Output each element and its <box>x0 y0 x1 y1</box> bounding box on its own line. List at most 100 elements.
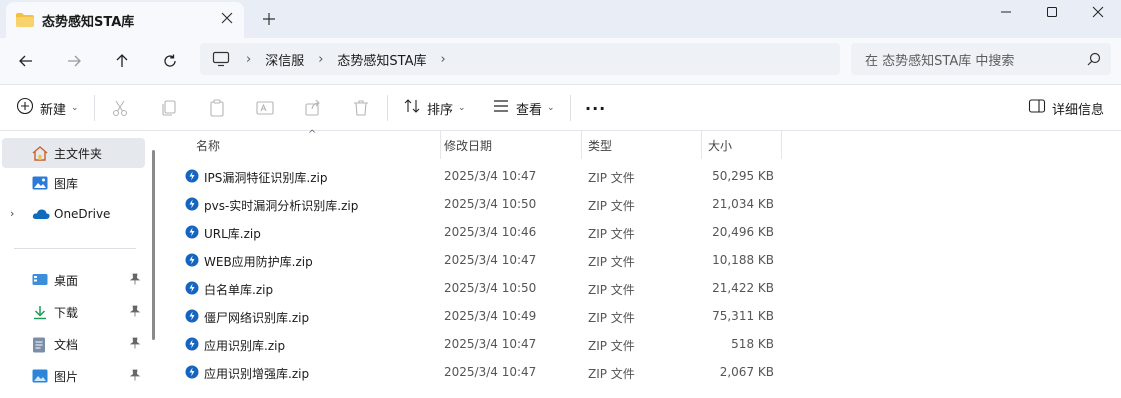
refresh-icon[interactable] <box>156 47 184 75</box>
zip-file-icon <box>185 309 199 323</box>
command-bar: 新建 ⌄ 排序 ⌄ 查看 ⌄ ··· 详细信息 <box>0 84 1121 131</box>
sidebar-item-documents[interactable]: 文档 <box>0 329 145 359</box>
column-divider[interactable] <box>781 131 782 159</box>
desktop-icon <box>32 273 48 287</box>
file-name: pvs-实时漏洞分析识别库.zip <box>204 199 359 213</box>
table-row[interactable]: 僵尸网络识别库.zip 2025/3/4 10:49 ZIP 文件 75,311… <box>160 302 800 330</box>
file-name: 白名单库.zip <box>204 283 274 297</box>
file-name: URL库.zip <box>204 227 261 241</box>
zip-file-icon <box>185 337 199 351</box>
file-type: ZIP 文件 <box>588 171 635 185</box>
pin-icon[interactable] <box>129 369 141 384</box>
details-label: 详细信息 <box>1052 102 1105 118</box>
share-icon[interactable] <box>303 98 323 118</box>
pictures-icon <box>32 369 48 383</box>
sidebar-item-label: OneDrive <box>54 207 111 221</box>
file-date: 2025/3/4 10:47 <box>444 337 537 351</box>
chevron-right-icon[interactable]: › <box>318 52 323 67</box>
table-row[interactable]: 白名单库.zip 2025/3/4 10:50 ZIP 文件 21,422 KB <box>160 274 800 302</box>
column-header-name[interactable]: 名称 <box>188 131 440 159</box>
sidebar-scrollbar[interactable] <box>152 150 155 340</box>
column-header-label: 名称 <box>196 138 221 153</box>
sidebar-item-home[interactable]: 主文件夹 <box>2 138 145 168</box>
file-type: ZIP 文件 <box>588 367 635 381</box>
chevron-down-icon: ⌄ <box>71 103 79 113</box>
file-size: 10,188 KB <box>712 253 774 267</box>
plus-circle-icon <box>16 97 34 119</box>
view-button[interactable]: 查看 ⌄ <box>492 96 555 120</box>
file-type: ZIP 文件 <box>588 199 635 213</box>
arrow-right-icon[interactable] <box>60 47 88 75</box>
table-row[interactable]: URL库.zip 2025/3/4 10:46 ZIP 文件 20,496 KB <box>160 218 800 246</box>
column-header-type[interactable]: 类型 <box>580 131 700 159</box>
table-row[interactable]: 应用识别增强库.zip 2025/3/4 10:47 ZIP 文件 2,067 … <box>160 358 800 386</box>
file-size: 518 KB <box>731 337 774 351</box>
home-icon <box>32 146 48 161</box>
chevron-right-icon[interactable]: › <box>246 52 251 67</box>
cut-icon[interactable] <box>110 98 130 118</box>
sidebar-item-gallery[interactable]: 图库 <box>0 168 145 198</box>
tab-active[interactable]: 态势感知STA库 <box>6 2 244 38</box>
file-size: 21,422 KB <box>712 281 774 295</box>
cloud-icon <box>32 208 50 222</box>
zip-file-icon <box>185 365 199 379</box>
file-size: 2,067 KB <box>719 365 774 379</box>
maximize-icon[interactable] <box>1029 0 1075 24</box>
rename-icon[interactable] <box>255 98 275 118</box>
sort-button[interactable]: 排序 ⌄ <box>403 96 466 120</box>
file-name: IPS漏洞特征识别库.zip <box>204 171 328 185</box>
table-row[interactable]: pvs-实时漏洞分析识别库.zip 2025/3/4 10:50 ZIP 文件 … <box>160 190 800 218</box>
pin-icon[interactable] <box>129 305 141 320</box>
file-date: 2025/3/4 10:46 <box>444 225 537 239</box>
details-button[interactable]: 详细信息 <box>1028 96 1104 120</box>
file-date: 2025/3/4 10:50 <box>444 281 537 295</box>
file-name: 应用识别增强库.zip <box>204 367 310 381</box>
search-input[interactable]: 在 态势感知STA库 中搜索 <box>851 43 1111 75</box>
file-date: 2025/3/4 10:47 <box>444 253 537 267</box>
pin-icon[interactable] <box>129 337 141 352</box>
window-close-icon[interactable] <box>1075 0 1121 24</box>
arrow-up-icon[interactable] <box>108 47 136 75</box>
sidebar-item-label: 图库 <box>54 177 79 191</box>
paste-icon[interactable] <box>207 98 227 118</box>
minimize-icon[interactable] <box>983 0 1029 24</box>
chevron-right-icon[interactable]: › <box>10 207 14 220</box>
table-row[interactable]: WEB应用防护库.zip 2025/3/4 10:47 ZIP 文件 10,18… <box>160 246 800 274</box>
divider <box>94 95 95 121</box>
address-bar[interactable]: › 深信服 › 态势感知STA库 › <box>200 43 840 75</box>
file-name: 僵尸网络识别库.zip <box>204 311 310 325</box>
new-button[interactable]: 新建 ⌄ <box>16 96 79 120</box>
sidebar-item-desktop[interactable]: 桌面 <box>0 265 145 295</box>
file-list: ^ 名称 修改日期 类型 大小 IPS漏洞特征识别库.zip 2025/3/4 … <box>160 129 1121 398</box>
divider <box>387 95 388 121</box>
chevron-right-icon[interactable]: › <box>441 52 446 67</box>
zip-file-icon <box>185 253 199 267</box>
file-type: ZIP 文件 <box>588 227 635 241</box>
column-header-date[interactable]: 修改日期 <box>436 131 580 159</box>
column-header-size[interactable]: 大小 <box>700 131 780 159</box>
sidebar-item-label: 文档 <box>54 338 79 352</box>
chevron-down-icon: ⌄ <box>547 103 555 113</box>
breadcrumb-item[interactable]: 深信服 <box>265 50 304 69</box>
file-size: 50,295 KB <box>712 169 774 183</box>
computer-icon[interactable] <box>212 51 230 67</box>
arrow-left-icon[interactable] <box>12 47 40 75</box>
pin-icon[interactable] <box>129 273 141 288</box>
search-placeholder: 在 态势感知STA库 中搜索 <box>865 53 1015 69</box>
file-type: ZIP 文件 <box>588 311 635 325</box>
sidebar-item-downloads[interactable]: 下载 <box>0 297 145 327</box>
file-type: ZIP 文件 <box>588 255 635 269</box>
close-icon[interactable] <box>220 12 234 26</box>
sidebar-item-pictures[interactable]: 图片 <box>0 361 145 391</box>
more-button[interactable]: ··· <box>585 96 606 120</box>
sidebar-item-label: 桌面 <box>54 274 79 288</box>
plus-icon[interactable] <box>258 8 280 30</box>
table-row[interactable]: IPS漏洞特征识别库.zip 2025/3/4 10:47 ZIP 文件 50,… <box>160 162 800 190</box>
title-bar: 态势感知STA库 <box>0 0 1121 38</box>
sort-label: 排序 <box>427 102 454 118</box>
copy-icon[interactable] <box>159 98 179 118</box>
table-row[interactable]: 应用识别库.zip 2025/3/4 10:47 ZIP 文件 518 KB <box>160 330 800 358</box>
sidebar-item-onedrive[interactable]: › OneDrive <box>0 200 145 230</box>
delete-icon[interactable] <box>351 98 371 118</box>
breadcrumb-item[interactable]: 态势感知STA库 <box>337 50 426 69</box>
